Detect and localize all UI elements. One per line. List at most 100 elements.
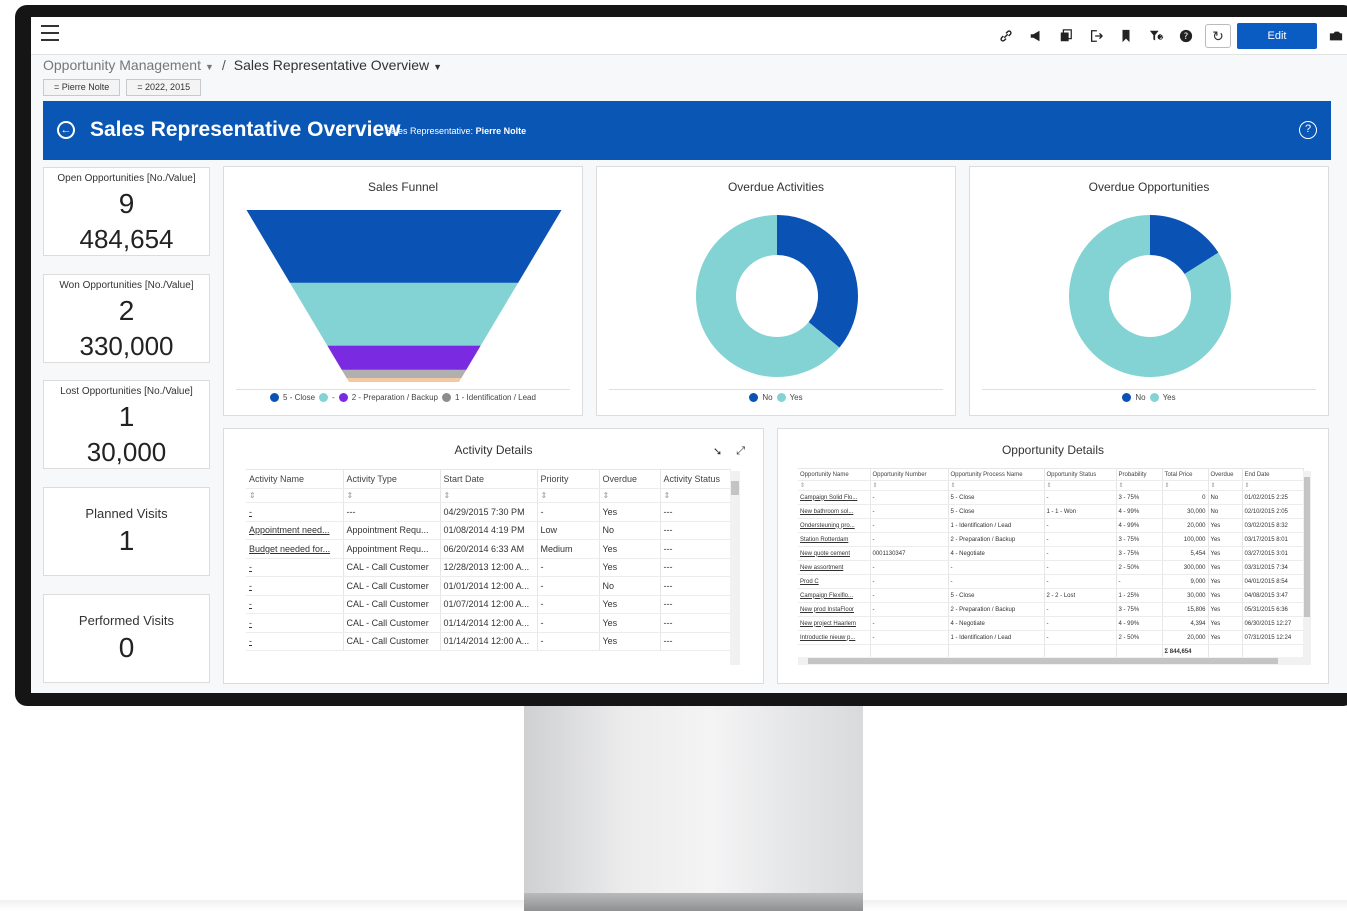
filter-icon[interactable]: 2 xyxy=(1141,23,1171,49)
table-row[interactable]: - CAL - Call Customer 01/01/2014 12:00 A..… xyxy=(246,576,731,596)
table-cell[interactable]: New prod InstaFloor xyxy=(798,602,871,617)
column-header[interactable]: Opportunity Process Name xyxy=(948,468,1045,481)
edit-button[interactable]: Edit xyxy=(1237,23,1317,49)
column-header[interactable]: Probability xyxy=(1116,468,1163,481)
table-row[interactable]: - --- 04/29/2015 7:30 PM - Yes --- xyxy=(246,502,731,522)
sort-icon[interactable]: ⇕ xyxy=(870,480,949,491)
table-row[interactable]: - CAL - Call Customer 01/07/2014 12:00 A..… xyxy=(246,595,731,614)
expand-icon[interactable]: ⤢ xyxy=(736,445,745,458)
table-cell[interactable]: - xyxy=(246,595,344,614)
sort-icon[interactable]: ⇕ xyxy=(537,488,600,503)
legend-label[interactable]: No xyxy=(762,393,772,402)
kpi-won-opportunities[interactable]: Won Opportunities [No./Value] 2 330,000 xyxy=(43,274,210,363)
kpi-open-opportunities[interactable]: Open Opportunities [No./Value] 9 484,654 xyxy=(43,167,210,256)
help-icon[interactable]: ? xyxy=(1171,23,1201,49)
scrollbar-thumb[interactable] xyxy=(731,481,739,495)
table-row[interactable]: Ondersteuning pro... -1 - Identification … xyxy=(798,518,1304,533)
table-row[interactable]: Campaign Flexiflo... -5 - Close 2 - 2 - Lo… xyxy=(798,588,1304,603)
sort-icon[interactable]: ⇕ xyxy=(1242,480,1304,491)
sort-icon[interactable]: ⇕ xyxy=(343,488,441,503)
table-row[interactable]: Station Rotterdam -2 - Preparation / Back… xyxy=(798,532,1304,547)
table-row[interactable]: Prod C - - - -9,000 Yes 04/01/2015 8:54 xyxy=(798,574,1304,589)
table-row[interactable]: New bathroom sol... -5 - Close 1 - 1 - Won… xyxy=(798,504,1304,519)
table-cell[interactable]: - xyxy=(246,632,344,651)
table-cell[interactable]: - xyxy=(246,558,344,577)
back-arrow-icon[interactable]: ← xyxy=(57,121,75,139)
sort-icon[interactable]: ⇕ xyxy=(1044,480,1117,491)
filter-chip-rep[interactable]: = Pierre Nolte xyxy=(43,79,121,96)
table-cell[interactable]: Prod C xyxy=(798,574,871,589)
sort-icon[interactable]: ⇕ xyxy=(948,480,1045,491)
table-row[interactable]: New project Haarlem -4 - Negotiate -4 - 99… xyxy=(798,616,1304,631)
breadcrumb-opportunity-management[interactable]: Opportunity Management ▼ xyxy=(43,57,214,73)
column-header[interactable]: End Date xyxy=(1242,468,1304,481)
drill-arrow-icon[interactable]: ➘ xyxy=(713,445,722,458)
table-row[interactable]: New assortment - - -2 - 50% 300,000 Yes 03/31/… xyxy=(798,560,1304,575)
table-cell[interactable]: Campaign Solid Flo... xyxy=(798,490,871,505)
legend-label[interactable]: 2 - Preparation / Backup xyxy=(352,393,438,402)
kpi-performed-visits[interactable]: Performed Visits 0 xyxy=(43,594,210,683)
funnel-segment[interactable] xyxy=(327,345,481,370)
filter-chip-year[interactable]: = 2022, 2015 xyxy=(126,79,202,96)
table-cell[interactable]: - xyxy=(246,576,344,596)
column-header[interactable]: Opportunity Number xyxy=(870,468,949,481)
table-row[interactable]: - CAL - Call Customer 01/14/2014 12:00 A..… xyxy=(246,632,731,651)
scrollbar-thumb[interactable] xyxy=(1304,477,1310,617)
sort-icon[interactable]: ⇕ xyxy=(798,480,871,491)
menu-icon[interactable] xyxy=(41,25,59,41)
table-row[interactable]: New prod InstaFloor -2 - Preparation / Ba… xyxy=(798,602,1304,617)
table-cell[interactable]: Introductie nieuw p... xyxy=(798,630,871,645)
scrollbar-thumb[interactable] xyxy=(808,658,1278,664)
table-row[interactable]: - CAL - Call Customer 01/14/2014 12:00 A..… xyxy=(246,613,731,633)
funnel-segment[interactable] xyxy=(341,369,467,378)
kpi-planned-visits[interactable]: Planned Visits 1 xyxy=(43,487,210,576)
legend-label[interactable]: - xyxy=(332,393,335,402)
sort-icon[interactable]: ⇕ xyxy=(440,488,538,503)
table-row[interactable]: New quote cement 0001130347 4 - Negotiate -… xyxy=(798,546,1304,561)
legend-label[interactable]: Yes xyxy=(790,393,803,402)
sort-icon[interactable]: ⇕ xyxy=(1116,480,1163,491)
legend-label[interactable]: 5 - Close xyxy=(283,393,315,402)
column-header[interactable]: Start Date xyxy=(440,469,538,489)
column-header[interactable]: Activity Status xyxy=(660,469,731,489)
legend-label[interactable]: No xyxy=(1135,393,1145,402)
table-cell[interactable]: New assortment xyxy=(798,560,871,575)
table-cell[interactable]: New bathroom sol... xyxy=(798,504,871,519)
column-header[interactable]: Priority xyxy=(537,469,600,489)
table-row[interactable]: Campaign Solid Flo... -5 - Close -3 - 75% 0… xyxy=(798,490,1304,505)
link-icon[interactable] xyxy=(991,23,1021,49)
legend-label[interactable]: Yes xyxy=(1163,393,1176,402)
funnel-segment[interactable] xyxy=(289,282,519,346)
table-cell[interactable]: Ondersteuning pro... xyxy=(798,518,871,533)
table-cell[interactable]: - xyxy=(246,502,344,522)
table-row[interactable]: Appointment need... Appointment Requ... 01… xyxy=(246,521,731,540)
table-cell[interactable]: Station Rotterdam xyxy=(798,532,871,547)
table-cell[interactable]: Campaign Flexiflo... xyxy=(798,588,871,603)
export-icon[interactable] xyxy=(1081,23,1111,49)
sort-icon[interactable]: ⇕ xyxy=(599,488,661,503)
activity-table-scrollbar[interactable] xyxy=(730,471,740,665)
bookmark-icon[interactable] xyxy=(1111,23,1141,49)
megaphone-icon[interactable] xyxy=(1021,23,1051,49)
undo-icon[interactable]: ↻ xyxy=(1205,24,1231,48)
column-header[interactable]: Overdue xyxy=(599,469,661,489)
donut-slice-no[interactable] xyxy=(777,215,858,348)
sort-icon[interactable]: ⇕ xyxy=(1162,480,1209,491)
table-row[interactable]: - CAL - Call Customer 12/28/2013 12:00 A..… xyxy=(246,558,731,577)
table-row[interactable]: Budget needed for... Appointment Requ... 0… xyxy=(246,539,731,559)
column-header[interactable]: Activity Type xyxy=(343,469,441,489)
column-header[interactable]: Overdue xyxy=(1208,468,1243,481)
banner-help-icon[interactable]: ? xyxy=(1299,121,1317,139)
sort-icon[interactable]: ⇕ xyxy=(660,488,731,503)
table-cell[interactable]: - xyxy=(246,613,344,633)
column-header[interactable]: Opportunity Name xyxy=(798,468,871,481)
table-cell[interactable]: New quote cement xyxy=(798,546,871,561)
horizontal-scrollbar[interactable] xyxy=(798,657,1311,665)
funnel-segment[interactable] xyxy=(246,210,562,283)
table-cell[interactable]: Appointment need... xyxy=(246,521,344,540)
table-cell[interactable]: New project Haarlem xyxy=(798,616,871,631)
copy-icon[interactable] xyxy=(1051,23,1081,49)
table-cell[interactable]: Budget needed for... xyxy=(246,539,344,559)
table-row[interactable]: Introductie nieuw p... -1 - Identificatio… xyxy=(798,630,1304,645)
opportunity-table-scrollbar[interactable] xyxy=(1303,471,1311,659)
